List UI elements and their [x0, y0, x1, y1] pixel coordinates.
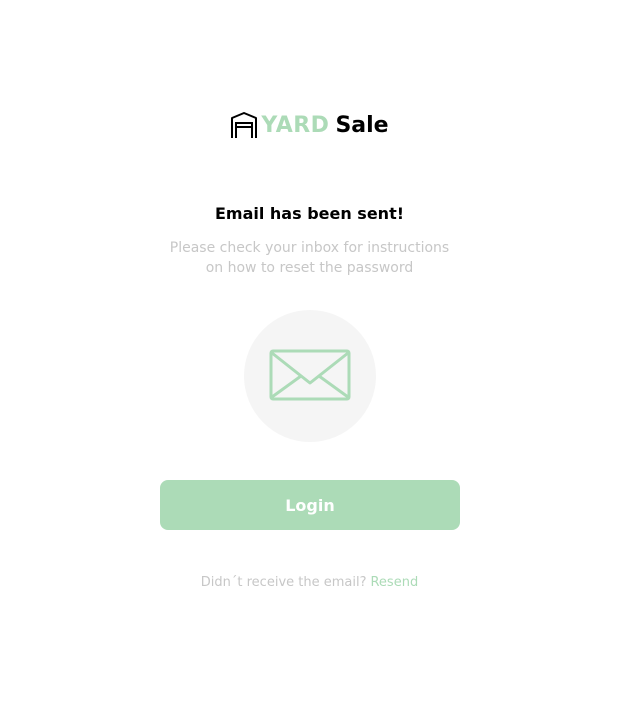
- garage-icon: [231, 112, 258, 138]
- resend-link[interactable]: Resend: [370, 575, 418, 590]
- brand-logo: YARD Sale: [0, 112, 619, 140]
- envelope-icon: [269, 349, 351, 401]
- email-sent-page: YARD Sale Email has been sent! Please che…: [0, 0, 619, 719]
- instructions-line-1: Please check your inbox for instructions: [169, 240, 450, 256]
- instructions-text: Please check your inbox for instructions…: [0, 238, 619, 278]
- page-title: Email has been sent!: [214, 204, 405, 223]
- brand-sale-text: Sale: [335, 113, 389, 138]
- resend-question: Didn´t receive the email?: [200, 575, 367, 590]
- brand-name: YARD Sale: [261, 112, 388, 140]
- brand-yard-text: YARD: [261, 113, 330, 138]
- login-button[interactable]: Login: [160, 480, 460, 530]
- envelope-illustration: [244, 310, 376, 442]
- instructions-line-2: on how to reset the password: [205, 260, 414, 276]
- resend-row: Didn´t receive the email? Resend: [0, 574, 619, 592]
